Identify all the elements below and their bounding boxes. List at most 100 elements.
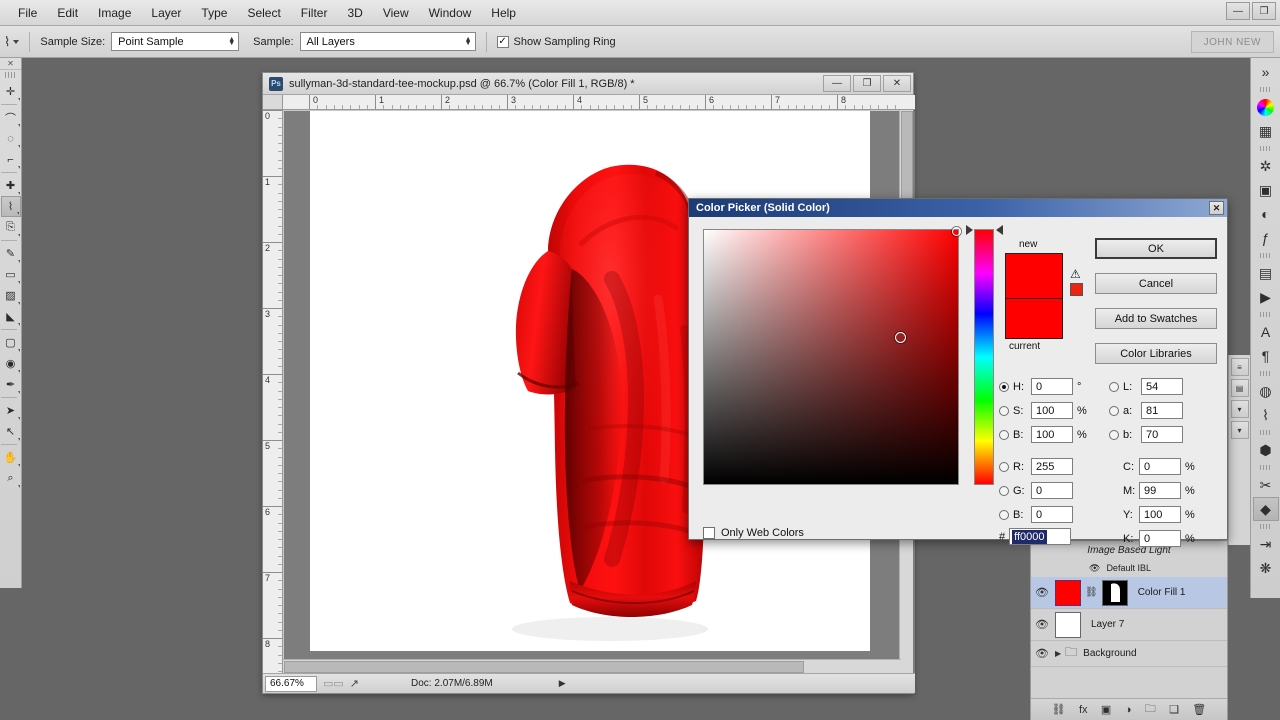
color-field-row-b-rgb[interactable]: B: 0 bbox=[999, 506, 1073, 523]
menu-item-edit[interactable]: Edit bbox=[47, 3, 88, 23]
sublayer-default-ibl[interactable]: 👁 Default IBL bbox=[1031, 559, 1227, 577]
menu-item-window[interactable]: Window bbox=[419, 3, 482, 23]
color-field-row-s-hsb[interactable]: S: 100% bbox=[999, 402, 1087, 419]
show-sampling-ring-checkbox[interactable]: ✓ Show Sampling Ring bbox=[496, 35, 616, 48]
ruler-corner[interactable] bbox=[263, 95, 283, 110]
color-picker-title-bar[interactable]: Color Picker (Solid Color) ✕ bbox=[689, 199, 1227, 217]
menu-item-file[interactable]: File bbox=[8, 3, 47, 23]
3d-materials-icon[interactable]: ◍ bbox=[1253, 379, 1279, 403]
layer-comps-icon[interactable]: ▤ bbox=[1253, 261, 1279, 285]
color-field-row-g-rgb[interactable]: G: 0 bbox=[999, 482, 1073, 499]
radio-h-hsb[interactable] bbox=[999, 381, 1009, 392]
sample-size-select[interactable]: Point Sample ▲ ▼ bbox=[111, 32, 240, 51]
type-tool[interactable]: ➤ bbox=[1, 400, 21, 421]
eye-icon[interactable]: 👁 bbox=[1033, 618, 1051, 631]
eye-icon[interactable]: 👁 bbox=[1033, 647, 1051, 660]
quick-select-tool[interactable]: ◌ bbox=[1, 128, 21, 149]
brushes-icon[interactable]: ❋ bbox=[1253, 556, 1279, 580]
hue-slider-handle-left-icon[interactable] bbox=[966, 225, 973, 235]
color-field-row-y-cmyk[interactable]: Y: 100% bbox=[1123, 506, 1195, 523]
menu-item-layer[interactable]: Layer bbox=[141, 3, 191, 23]
color-libraries-button[interactable]: Color Libraries bbox=[1095, 343, 1217, 364]
menu-item-type[interactable]: Type bbox=[191, 3, 237, 23]
color-field-row-c-cmyk[interactable]: C: 0% bbox=[1123, 458, 1195, 475]
canvas-horizontal-scrollbar[interactable] bbox=[283, 659, 901, 673]
eraser-tool[interactable]: ▭ bbox=[1, 264, 21, 285]
tools-drag-handle[interactable] bbox=[4, 72, 17, 78]
radio-l-lab[interactable] bbox=[1109, 381, 1119, 392]
document-title-bar[interactable]: Ps sullyman-3d-standard-tee-mockup.psd @… bbox=[263, 73, 913, 95]
panel-menu-icon[interactable]: ≡ bbox=[1230, 358, 1249, 376]
paragraph-icon[interactable]: ¶ bbox=[1253, 344, 1279, 368]
document-maximize-button[interactable]: ❐ bbox=[853, 75, 881, 92]
document-minimize-button[interactable]: — bbox=[823, 75, 851, 92]
collapse-panels-icon[interactable]: » bbox=[1253, 60, 1279, 84]
menu-item-view[interactable]: View bbox=[373, 3, 419, 23]
adjustments-icon[interactable]: ✲ bbox=[1253, 154, 1279, 178]
delete-layer-icon[interactable]: 🗑 bbox=[1192, 703, 1206, 716]
field-input-b-rgb[interactable]: 0 bbox=[1031, 506, 1073, 523]
menu-item-filter[interactable]: Filter bbox=[291, 3, 338, 23]
horizontal-ruler[interactable]: 0 1 2 3 4 5 6 7 8 bbox=[283, 95, 915, 110]
field-input-c-cmyk[interactable]: 0 bbox=[1139, 458, 1181, 475]
active-tool-preset[interactable]: ⌇ bbox=[2, 34, 20, 50]
eye-icon[interactable]: 👁 bbox=[1089, 563, 1100, 574]
field-input-b-hsb[interactable]: 100 bbox=[1031, 426, 1073, 443]
document-close-button[interactable]: ✕ bbox=[883, 75, 911, 92]
layer-style-icon[interactable]: fx bbox=[1079, 704, 1088, 716]
status-menu-arrow-icon[interactable]: ▶ bbox=[559, 678, 566, 689]
dodge-tool[interactable]: ◉ bbox=[1, 353, 21, 374]
color-field-row-k-cmyk[interactable]: K: 0% bbox=[1123, 530, 1195, 547]
eyedropper-tool[interactable]: ⌇ bbox=[0, 196, 21, 217]
color-field-row-l-lab[interactable]: L: 54 bbox=[1109, 378, 1183, 395]
eye-icon[interactable]: 👁 bbox=[1033, 586, 1051, 599]
clone-stamp-tool[interactable]: ⎘ bbox=[1, 217, 21, 238]
radio-a-lab[interactable] bbox=[1109, 405, 1119, 416]
color-field-row-h-hsb[interactable]: H: 0 ° bbox=[999, 378, 1081, 395]
vertical-ruler[interactable]: 0 1 2 3 4 5 6 7 8 bbox=[263, 110, 283, 673]
app-minimize-button[interactable]: — bbox=[1226, 2, 1250, 20]
masks-icon[interactable]: ▣ bbox=[1253, 178, 1279, 202]
layer-thumbnail[interactable] bbox=[1055, 611, 1081, 638]
hand-tool[interactable]: ✋ bbox=[1, 447, 21, 468]
color-field-row-b-hsb[interactable]: B: 100% bbox=[999, 426, 1087, 443]
field-input-m-cmyk[interactable]: 99 bbox=[1139, 482, 1181, 499]
field-input-k-cmyk[interactable]: 0 bbox=[1139, 530, 1181, 547]
brush-tool[interactable]: ✎ bbox=[1, 243, 21, 264]
link-layers-icon[interactable]: ⛓ bbox=[1052, 703, 1066, 716]
field-input-l-lab[interactable]: 54 bbox=[1141, 378, 1183, 395]
paths-icon[interactable]: ⌇ bbox=[1253, 403, 1279, 427]
close-icon[interactable]: ✕ bbox=[1209, 201, 1224, 215]
new-group-icon[interactable]: 🗀 bbox=[1145, 700, 1156, 719]
scrollbar-thumb[interactable] bbox=[284, 661, 804, 673]
gamut-warning-icon[interactable]: ⚠ bbox=[1070, 267, 1081, 281]
lasso-tool[interactable]: ⌒ bbox=[1, 107, 21, 128]
zoom-level-input[interactable]: 66.67% bbox=[265, 675, 317, 692]
pen-tool[interactable]: ✒ bbox=[1, 374, 21, 395]
radio-b-lab[interactable] bbox=[1109, 429, 1119, 440]
menu-item-select[interactable]: Select bbox=[237, 3, 290, 23]
radio-r-rgb[interactable] bbox=[999, 461, 1009, 472]
color-field-row-m-cmyk[interactable]: M: 99% bbox=[1123, 482, 1195, 499]
path-select-tool[interactable]: ↖ bbox=[1, 421, 21, 442]
gamut-warning-swatch[interactable] bbox=[1070, 283, 1083, 296]
current-color-swatch[interactable] bbox=[1005, 299, 1063, 339]
layer-mask-icon[interactable]: ▣ bbox=[1101, 703, 1111, 716]
radio-g-rgb[interactable] bbox=[999, 485, 1009, 496]
sample-select[interactable]: All Layers ▲ ▼ bbox=[299, 32, 476, 51]
hue-slider[interactable] bbox=[974, 229, 994, 485]
panel-toggle-icon[interactable]: ▤ bbox=[1230, 379, 1249, 397]
swatches-icon[interactable]: ▦ bbox=[1253, 119, 1279, 143]
saturation-brightness-field[interactable] bbox=[703, 227, 961, 485]
layer-row-color-fill-1[interactable]: 👁 ⛓ Color Fill 1 bbox=[1031, 577, 1227, 609]
tools-icon[interactable]: ✂ bbox=[1253, 473, 1279, 497]
color-field-row-r-rgb[interactable]: R: 255 bbox=[999, 458, 1073, 475]
tools-close-icon[interactable]: ✕ bbox=[0, 58, 21, 70]
menu-item-help[interactable]: Help bbox=[481, 3, 526, 23]
menu-item-3d[interactable]: 3D bbox=[337, 3, 372, 23]
field-input-a-lab[interactable]: 81 bbox=[1141, 402, 1183, 419]
gradient-tool[interactable]: ▨ bbox=[1, 285, 21, 306]
field-input-g-rgb[interactable]: 0 bbox=[1031, 482, 1073, 499]
proof-colors-icon[interactable]: ▭▭ bbox=[323, 677, 344, 690]
character-icon[interactable]: A bbox=[1253, 320, 1279, 344]
